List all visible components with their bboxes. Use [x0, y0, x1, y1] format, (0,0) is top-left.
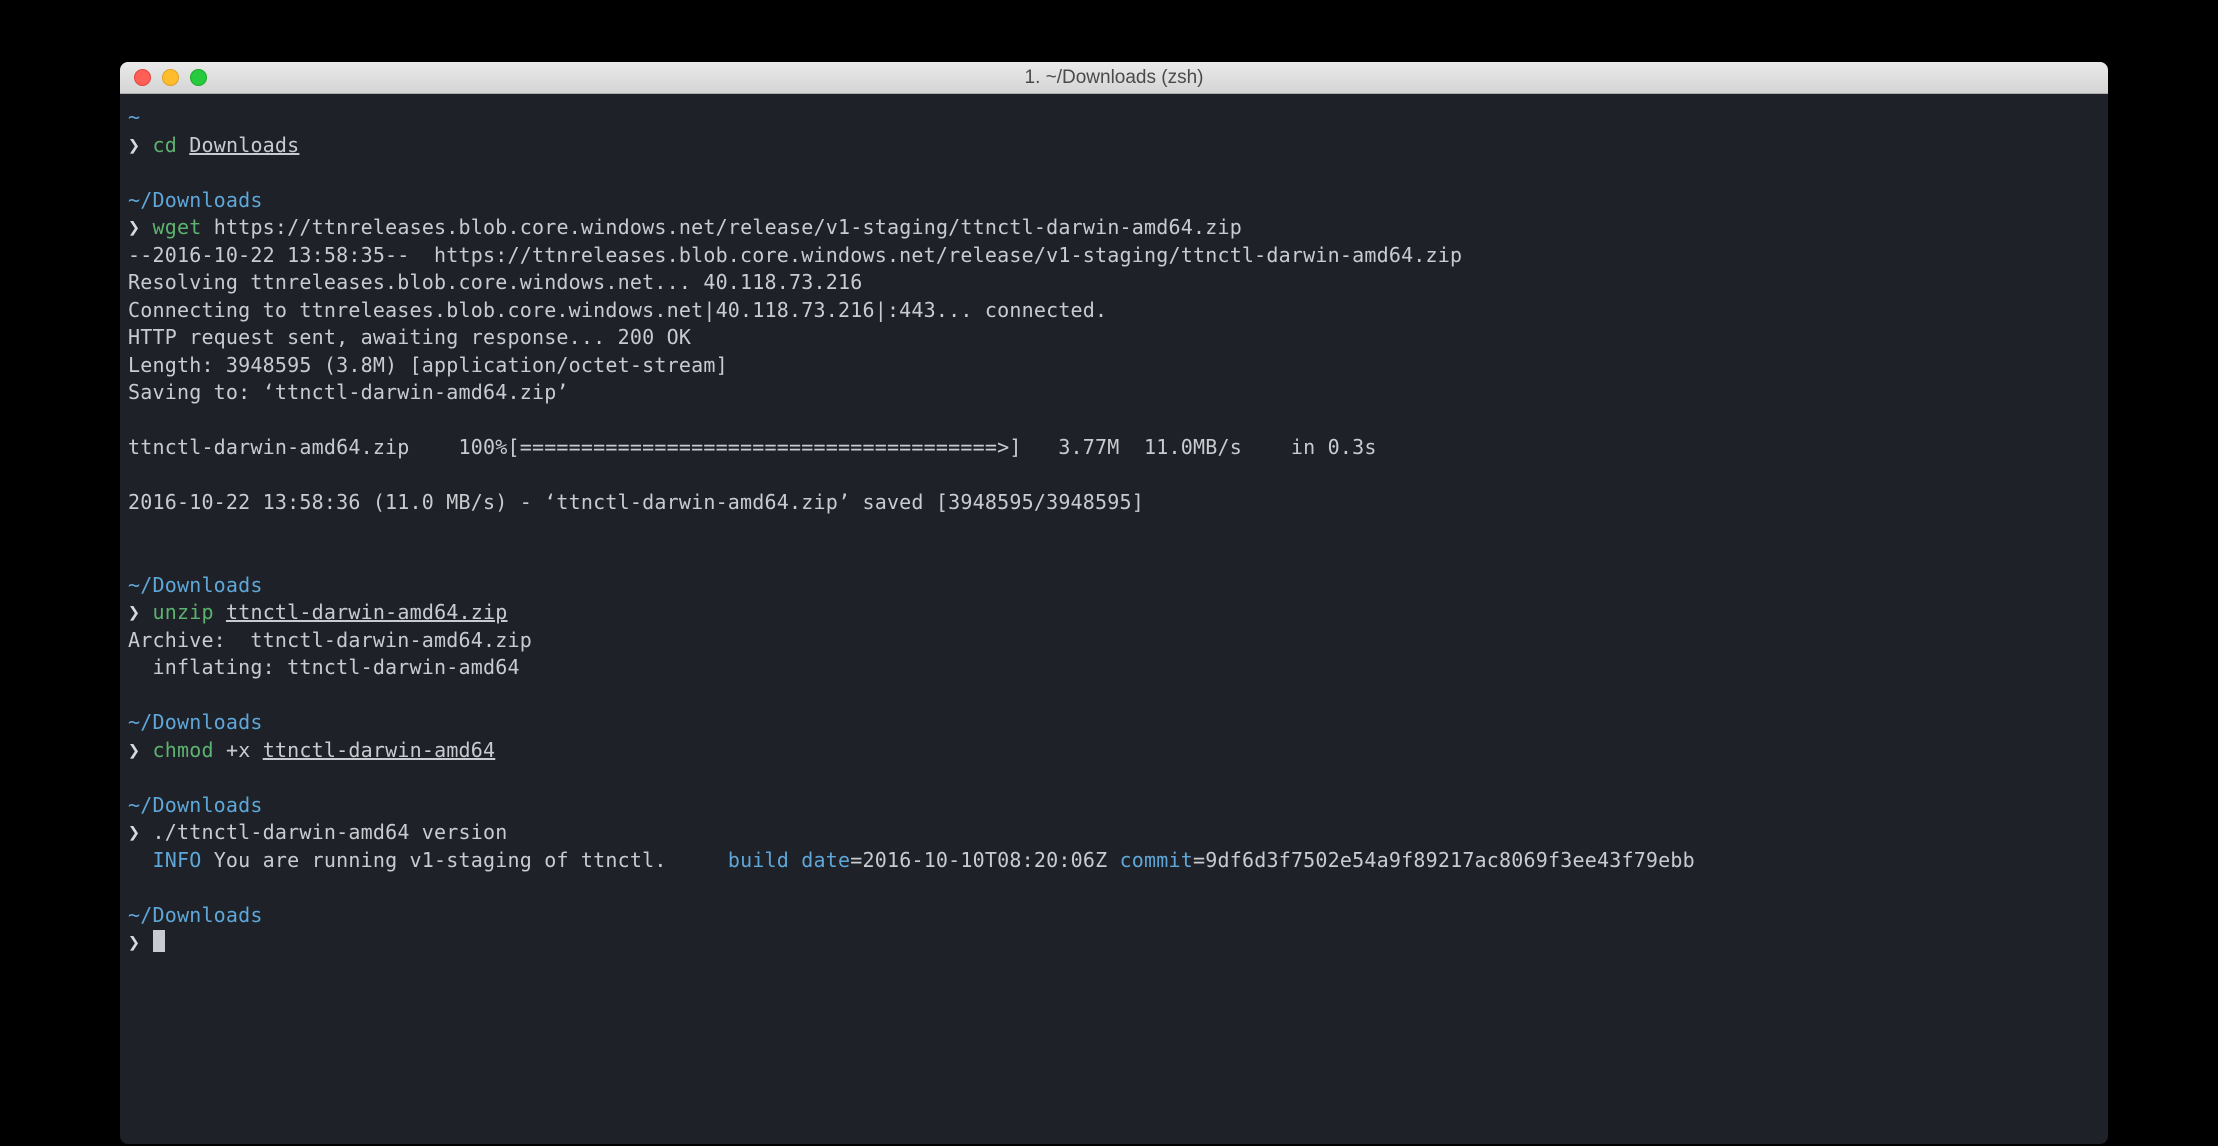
command: wget	[153, 215, 202, 239]
command: ./ttnctl-darwin-amd64 version	[153, 820, 508, 844]
zoom-icon[interactable]	[190, 69, 207, 86]
minimize-icon[interactable]	[162, 69, 179, 86]
command: chmod	[153, 738, 214, 762]
log-kv-key: commit	[1120, 848, 1193, 872]
command: unzip	[153, 600, 214, 624]
prompt-symbol: ❯	[128, 738, 140, 762]
prompt-symbol: ❯	[128, 820, 140, 844]
window-titlebar: 1. ~/Downloads (zsh)	[120, 62, 2108, 94]
command-arg: ttnctl-darwin-amd64	[263, 738, 496, 762]
cursor	[153, 930, 165, 952]
prompt-symbol: ❯	[128, 930, 140, 954]
terminal-window: 1. ~/Downloads (zsh) ~ ❯ cd Downloads ~/…	[120, 62, 2108, 1144]
window-title: 1. ~/Downloads (zsh)	[120, 67, 2108, 89]
prompt-symbol: ❯	[128, 215, 140, 239]
close-icon[interactable]	[134, 69, 151, 86]
command-output: Archive: ttnctl-darwin-amd64.zip inflati…	[128, 628, 532, 680]
traffic-lights	[120, 69, 207, 86]
prompt-symbol: ❯	[128, 133, 140, 157]
cwd-path: ~/Downloads	[128, 903, 263, 927]
cwd-path: ~	[128, 105, 140, 129]
cwd-path: ~/Downloads	[128, 573, 263, 597]
cwd-path: ~/Downloads	[128, 793, 263, 817]
command: cd	[153, 133, 177, 157]
command-arg: ttnctl-darwin-amd64.zip	[226, 600, 508, 624]
cwd-path: ~/Downloads	[128, 188, 263, 212]
command-arg: Downloads	[189, 133, 299, 157]
command-arg: https://ttnreleases.blob.core.windows.ne…	[214, 215, 1242, 239]
log-kv-key: build date	[728, 848, 850, 872]
command-arg: +x	[226, 738, 263, 762]
terminal-body[interactable]: ~ ❯ cd Downloads ~/Downloads ❯ wget http…	[120, 94, 2108, 967]
cwd-path: ~/Downloads	[128, 710, 263, 734]
log-message: You are running v1-staging of ttnctl.	[201, 848, 727, 872]
log-kv-value: =9df6d3f7502e54a9f89217ac8069f3ee43f79eb…	[1193, 848, 1695, 872]
log-kv-value: =2016-10-10T08:20:06Z	[850, 848, 1119, 872]
log-level: INFO	[152, 848, 201, 872]
command-output: --2016-10-22 13:58:35-- https://ttnrelea…	[128, 243, 1462, 515]
prompt-symbol: ❯	[128, 600, 140, 624]
